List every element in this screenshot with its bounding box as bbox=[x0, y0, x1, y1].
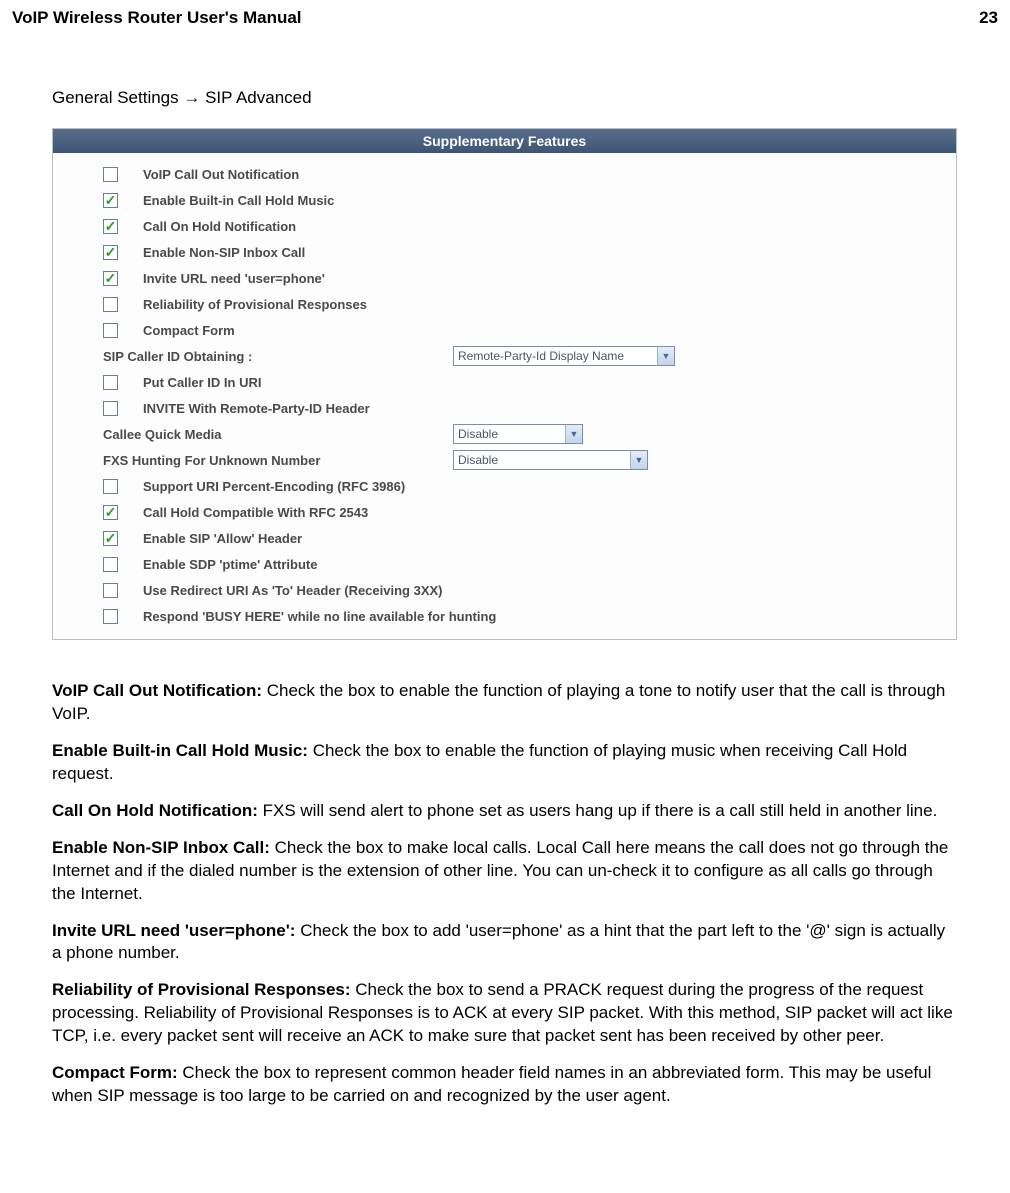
callee-quick-value: Disable bbox=[458, 427, 498, 441]
desc-term: Enable Non-SIP Inbox Call: bbox=[52, 838, 270, 857]
callee-quick-select[interactable]: Disable ▼ bbox=[453, 424, 583, 444]
sip-allow-label: Enable SIP 'Allow' Header bbox=[143, 531, 944, 546]
chevron-down-icon: ▼ bbox=[657, 347, 674, 365]
uri-percent-checkbox[interactable] bbox=[103, 479, 118, 494]
put-cid-uri-checkbox[interactable] bbox=[103, 375, 118, 390]
prov-reliability-checkbox[interactable] bbox=[103, 297, 118, 312]
desc-term: Compact Form: bbox=[52, 1063, 178, 1082]
compact-form-checkbox[interactable] bbox=[103, 323, 118, 338]
breadcrumb: General Settings → SIP Advanced bbox=[52, 88, 958, 108]
voip-call-out-checkbox[interactable] bbox=[103, 167, 118, 182]
non-sip-inbox-label: Enable Non-SIP Inbox Call bbox=[143, 245, 944, 260]
invite-rpid-label: INVITE With Remote-Party-ID Header bbox=[143, 401, 944, 416]
page-number: 23 bbox=[979, 8, 998, 28]
redirect-uri-to-checkbox[interactable] bbox=[103, 583, 118, 598]
respond-busy-label: Respond 'BUSY HERE' while no line availa… bbox=[143, 609, 944, 624]
hold-notify-checkbox[interactable]: ✓ bbox=[103, 219, 118, 234]
invite-url-label: Invite URL need 'user=phone' bbox=[143, 271, 944, 286]
desc-term: VoIP Call Out Notification: bbox=[52, 681, 262, 700]
desc-term: Enable Built-in Call Hold Music: bbox=[52, 741, 308, 760]
supplementary-features-panel: Supplementary Features VoIP Call Out Not… bbox=[52, 128, 957, 640]
panel-title: Supplementary Features bbox=[53, 129, 956, 153]
redirect-uri-to-label: Use Redirect URI As 'To' Header (Receivi… bbox=[143, 583, 944, 598]
sip-caller-id-select[interactable]: Remote-Party-Id Display Name ▼ bbox=[453, 346, 675, 366]
descriptions: VoIP Call Out Notification: Check the bo… bbox=[52, 680, 958, 1108]
desc-term: Reliability of Provisional Responses: bbox=[52, 980, 351, 999]
sip-caller-id-label: SIP Caller ID Obtaining : bbox=[103, 349, 453, 364]
hold-notify-label: Call On Hold Notification bbox=[143, 219, 944, 234]
doc-title: VoIP Wireless Router User's Manual bbox=[12, 8, 302, 28]
fxs-hunting-value: Disable bbox=[458, 453, 498, 467]
chevron-down-icon: ▼ bbox=[565, 425, 582, 443]
uri-percent-label: Support URI Percent-Encoding (RFC 3986) bbox=[143, 479, 944, 494]
compact-form-label: Compact Form bbox=[143, 323, 944, 338]
prov-reliability-label: Reliability of Provisional Responses bbox=[143, 297, 944, 312]
sip-allow-checkbox[interactable]: ✓ bbox=[103, 531, 118, 546]
voip-call-out-label: VoIP Call Out Notification bbox=[143, 167, 944, 182]
hold-music-checkbox[interactable]: ✓ bbox=[103, 193, 118, 208]
desc-term: Call On Hold Notification: bbox=[52, 801, 258, 820]
fxs-hunting-label: FXS Hunting For Unknown Number bbox=[103, 453, 453, 468]
callee-quick-label: Callee Quick Media bbox=[103, 427, 453, 442]
sip-caller-id-value: Remote-Party-Id Display Name bbox=[458, 349, 624, 363]
respond-busy-checkbox[interactable] bbox=[103, 609, 118, 624]
desc-term: Invite URL need 'user=phone': bbox=[52, 921, 295, 940]
non-sip-inbox-checkbox[interactable]: ✓ bbox=[103, 245, 118, 260]
sdp-ptime-label: Enable SDP 'ptime' Attribute bbox=[143, 557, 944, 572]
call-hold-2543-label: Call Hold Compatible With RFC 2543 bbox=[143, 505, 944, 520]
put-cid-uri-label: Put Caller ID In URI bbox=[143, 375, 944, 390]
invite-rpid-checkbox[interactable] bbox=[103, 401, 118, 416]
desc-body: Check the box to represent common header… bbox=[52, 1063, 931, 1105]
invite-url-checkbox[interactable]: ✓ bbox=[103, 271, 118, 286]
fxs-hunting-select[interactable]: Disable ▼ bbox=[453, 450, 648, 470]
sdp-ptime-checkbox[interactable] bbox=[103, 557, 118, 572]
hold-music-label: Enable Built-in Call Hold Music bbox=[143, 193, 944, 208]
call-hold-2543-checkbox[interactable]: ✓ bbox=[103, 505, 118, 520]
desc-body: FXS will send alert to phone set as user… bbox=[258, 801, 937, 820]
chevron-down-icon: ▼ bbox=[630, 451, 647, 469]
